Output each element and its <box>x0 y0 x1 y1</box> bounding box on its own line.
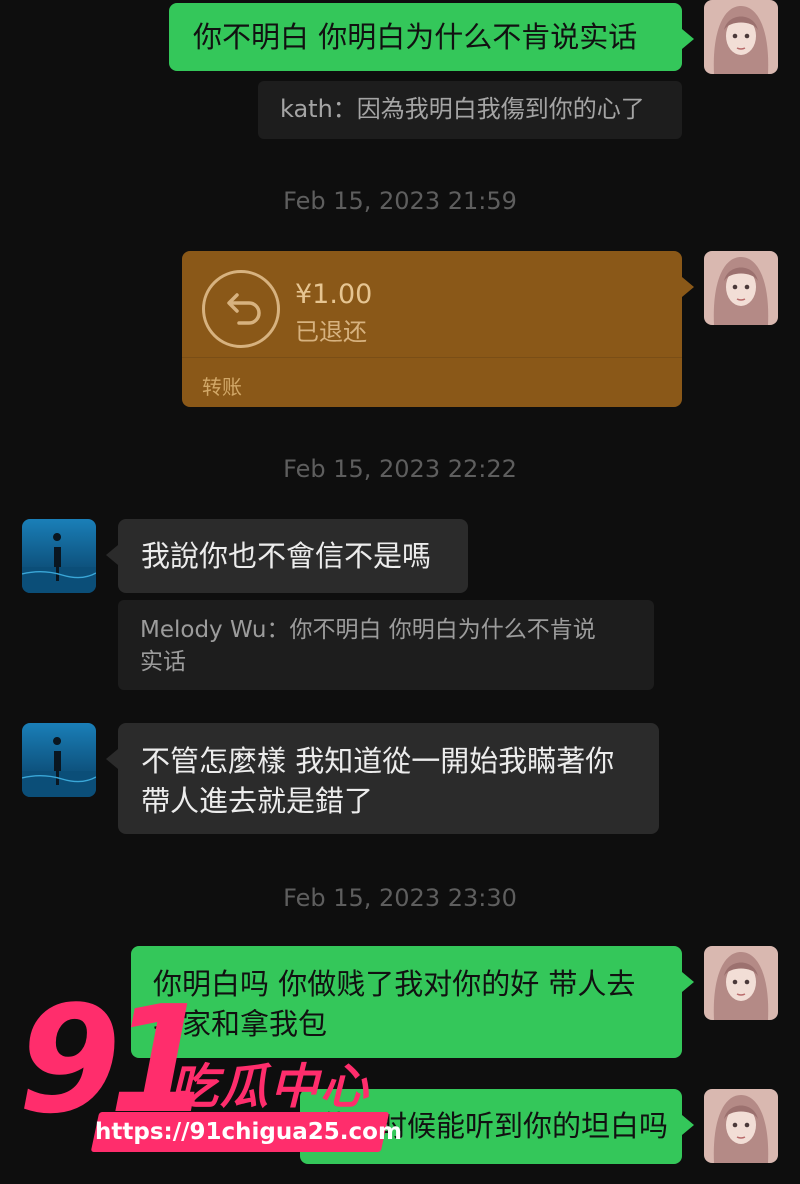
return-arrow-icon <box>202 270 280 348</box>
quote-text-line: Melody Wu：你不明白 你明白为什么不肯说 <box>140 617 596 643</box>
message-text-line: 我家和拿我包 <box>153 1007 328 1041</box>
self-avatar[interactable] <box>704 1089 778 1163</box>
watermark-url-text: https://91chigua25.com <box>95 1119 402 1145</box>
transfer-card[interactable]: ¥1.00 已退还 转账 <box>182 251 694 407</box>
timestamp: Feb 15, 2023 21:59 <box>283 187 517 215</box>
received-message-bubble[interactable]: 不管怎麼樣 我知道從一開始我瞞著你 帶人進去就是錯了 <box>106 723 659 834</box>
message-text: 你不明白 你明白为什么不肯说实话 <box>193 20 638 54</box>
transfer-type-label: 转账 <box>202 375 242 399</box>
quoted-message[interactable]: Melody Wu：你不明白 你明白为什么不肯说 实话 <box>118 600 654 690</box>
transfer-status: 已退还 <box>295 318 367 346</box>
sent-message-bubble[interactable]: 你不明白 你明白为什么不肯说实话 <box>169 3 694 71</box>
message-text-line: 你明白吗 你做贱了我对你的好 带人去 <box>153 967 636 1001</box>
self-avatar[interactable] <box>704 946 778 1020</box>
quoted-message[interactable]: kath：因為我明白我傷到你的心了 <box>258 81 682 139</box>
message-text-line: 不管怎麼樣 我知道從一開始我瞞著你 <box>141 744 615 778</box>
message-text: 我說你也不會信不是嗎 <box>141 539 432 573</box>
quote-text: kath：因為我明白我傷到你的心了 <box>280 95 645 123</box>
quote-text-line: 实话 <box>140 649 186 675</box>
sent-message-bubble[interactable]: 你明白吗 你做贱了我对你的好 带人去 我家和拿我包 <box>131 946 694 1058</box>
received-message-bubble[interactable]: 我說你也不會信不是嗎 <box>106 519 468 593</box>
watermark-name: 吃瓜中心 <box>170 1059 371 1115</box>
watermark-url: https://91chigua25.com <box>90 1112 402 1152</box>
self-avatar[interactable] <box>704 0 778 74</box>
contact-avatar[interactable] <box>22 723 96 797</box>
timestamp: Feb 15, 2023 23:30 <box>283 884 517 912</box>
message-text-line: 帶人進去就是錯了 <box>141 784 374 818</box>
timestamp: Feb 15, 2023 22:22 <box>283 455 517 483</box>
self-avatar[interactable] <box>704 251 778 325</box>
divider <box>182 357 682 358</box>
transfer-amount: ¥1.00 <box>295 279 373 310</box>
contact-avatar[interactable] <box>22 519 96 593</box>
